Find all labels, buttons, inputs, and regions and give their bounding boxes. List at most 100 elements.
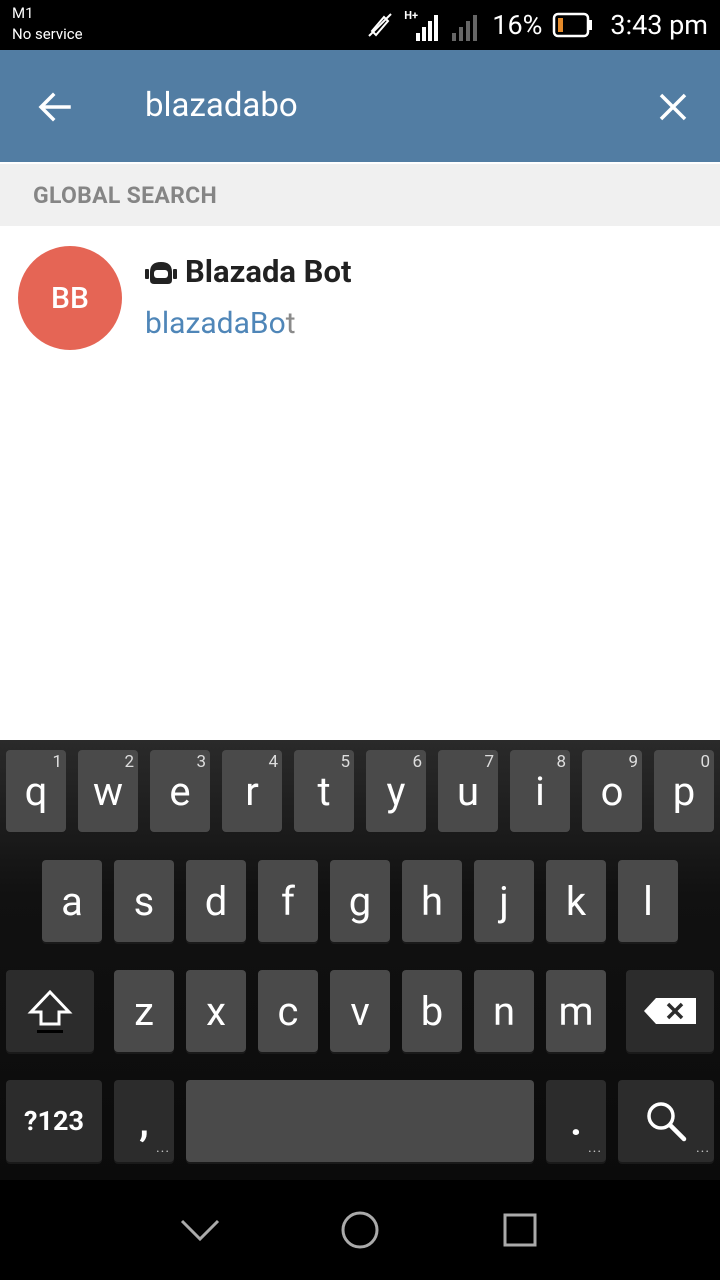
section-title: GLOBAL SEARCH [33, 182, 218, 209]
result-name: Blazada Bot [185, 253, 352, 290]
key-label: l [643, 877, 653, 925]
search-icon [647, 1102, 687, 1142]
shift-icon [27, 989, 73, 1033]
key-hint: 2 [124, 752, 134, 772]
key-label: n [492, 987, 516, 1035]
key-hint: 9 [628, 752, 638, 772]
key-o[interactable]: o9 [582, 750, 642, 832]
key-label: t [317, 767, 331, 815]
username-rest: t [285, 306, 296, 341]
avatar: BB [18, 246, 122, 350]
status-icons: H+ 16% 3:43 pm [366, 0, 708, 50]
key-a[interactable]: a [42, 860, 102, 942]
key-label: q [24, 767, 48, 815]
bot-icon [145, 262, 177, 284]
more-dots: ··· [156, 1144, 170, 1160]
clock: 3:43 pm [610, 9, 708, 41]
key-k[interactable]: k [546, 860, 606, 942]
key-x[interactable]: x [186, 970, 246, 1052]
key-label: c [277, 987, 299, 1035]
key-u[interactable]: u7 [438, 750, 498, 832]
nav-back-button[interactable] [175, 1205, 225, 1255]
result-username: blazadaBot [145, 306, 296, 341]
nav-home-button[interactable] [335, 1205, 385, 1255]
username-match: blazadaBo [145, 306, 286, 341]
key-label: d [204, 877, 228, 925]
search-key[interactable]: ··· [618, 1080, 714, 1162]
key-g[interactable]: g [330, 860, 390, 942]
key-e[interactable]: e3 [150, 750, 210, 832]
battery-icon [553, 12, 593, 38]
key-label: s [133, 877, 155, 925]
period-key[interactable]: . ··· [546, 1080, 606, 1162]
search-toolbar: blazadabo [0, 50, 720, 162]
key-label: h [420, 877, 444, 925]
key-v[interactable]: v [330, 970, 390, 1052]
key-label: y [386, 767, 406, 815]
key-q[interactable]: q1 [6, 750, 66, 832]
key-hint: 7 [484, 752, 494, 772]
nav-recents-button[interactable] [495, 1205, 545, 1255]
key-label: k [565, 877, 587, 925]
key-i[interactable]: i8 [510, 750, 570, 832]
arrow-back-icon [38, 92, 71, 122]
key-label: m [558, 987, 594, 1035]
keyboard: q1 w2 e3 r4 t5 y6 u7 i8 o9 p0 a s d f g … [0, 740, 720, 1180]
more-dots: ··· [696, 1144, 710, 1160]
key-t[interactable]: t5 [294, 750, 354, 832]
key-y[interactable]: y6 [366, 750, 426, 832]
vibrate-off-icon [368, 13, 392, 37]
key-label: x [206, 987, 226, 1035]
key-hint: 5 [340, 752, 350, 772]
key-n[interactable]: n [474, 970, 534, 1052]
key-label: r [245, 767, 259, 815]
symbols-key[interactable]: ?123 [6, 1080, 102, 1162]
key-label: o [600, 767, 624, 815]
key-d[interactable]: d [186, 860, 246, 942]
backspace-key[interactable] [626, 970, 714, 1052]
key-hint: 1 [52, 752, 62, 772]
key-label: v [350, 987, 370, 1035]
shift-key[interactable] [6, 970, 94, 1052]
key-r[interactable]: r4 [222, 750, 282, 832]
key-label: e [169, 767, 191, 815]
key-label: f [281, 877, 295, 925]
key-m[interactable]: m [546, 970, 606, 1052]
back-button[interactable] [30, 82, 80, 132]
key-label: p [672, 767, 696, 815]
key-label: j [499, 877, 509, 925]
nav-recents-icon [503, 1213, 537, 1247]
key-p[interactable]: p0 [654, 750, 714, 832]
key-label: , [139, 1097, 149, 1145]
key-w[interactable]: w2 [78, 750, 138, 832]
service-status: No service [12, 25, 83, 43]
battery-percent: 16% [492, 9, 543, 41]
search-result-item[interactable]: BB Blazada Bot blazadaBot [0, 226, 720, 366]
search-input[interactable]: blazadabo [145, 78, 625, 134]
key-label: w [92, 767, 124, 815]
status-bar: M1 No service H+ 16% 3:43 pm [0, 0, 720, 50]
key-hint: 4 [268, 752, 278, 772]
key-s[interactable]: s [114, 860, 174, 942]
key-h[interactable]: h [402, 860, 462, 942]
key-f[interactable]: f [258, 860, 318, 942]
key-l[interactable]: l [618, 860, 678, 942]
key-hint: 0 [700, 752, 710, 772]
key-c[interactable]: c [258, 970, 318, 1052]
key-label: a [61, 877, 83, 925]
signal-hplus-icon: H+ [404, 5, 440, 45]
key-z[interactable]: z [114, 970, 174, 1052]
global-search-header: GLOBAL SEARCH [0, 164, 720, 226]
carrier-name: M1 [12, 4, 34, 22]
key-label: b [420, 987, 444, 1035]
key-hint: 8 [556, 752, 566, 772]
comma-key[interactable]: , ··· [114, 1080, 174, 1162]
key-b[interactable]: b [402, 970, 462, 1052]
navigation-bar [0, 1180, 720, 1280]
key-j[interactable]: j [474, 860, 534, 942]
backspace-icon [644, 998, 696, 1024]
clear-search-button[interactable] [648, 82, 698, 132]
key-label: i [535, 767, 545, 815]
more-dots: ··· [588, 1144, 602, 1160]
space-key[interactable] [186, 1080, 534, 1162]
